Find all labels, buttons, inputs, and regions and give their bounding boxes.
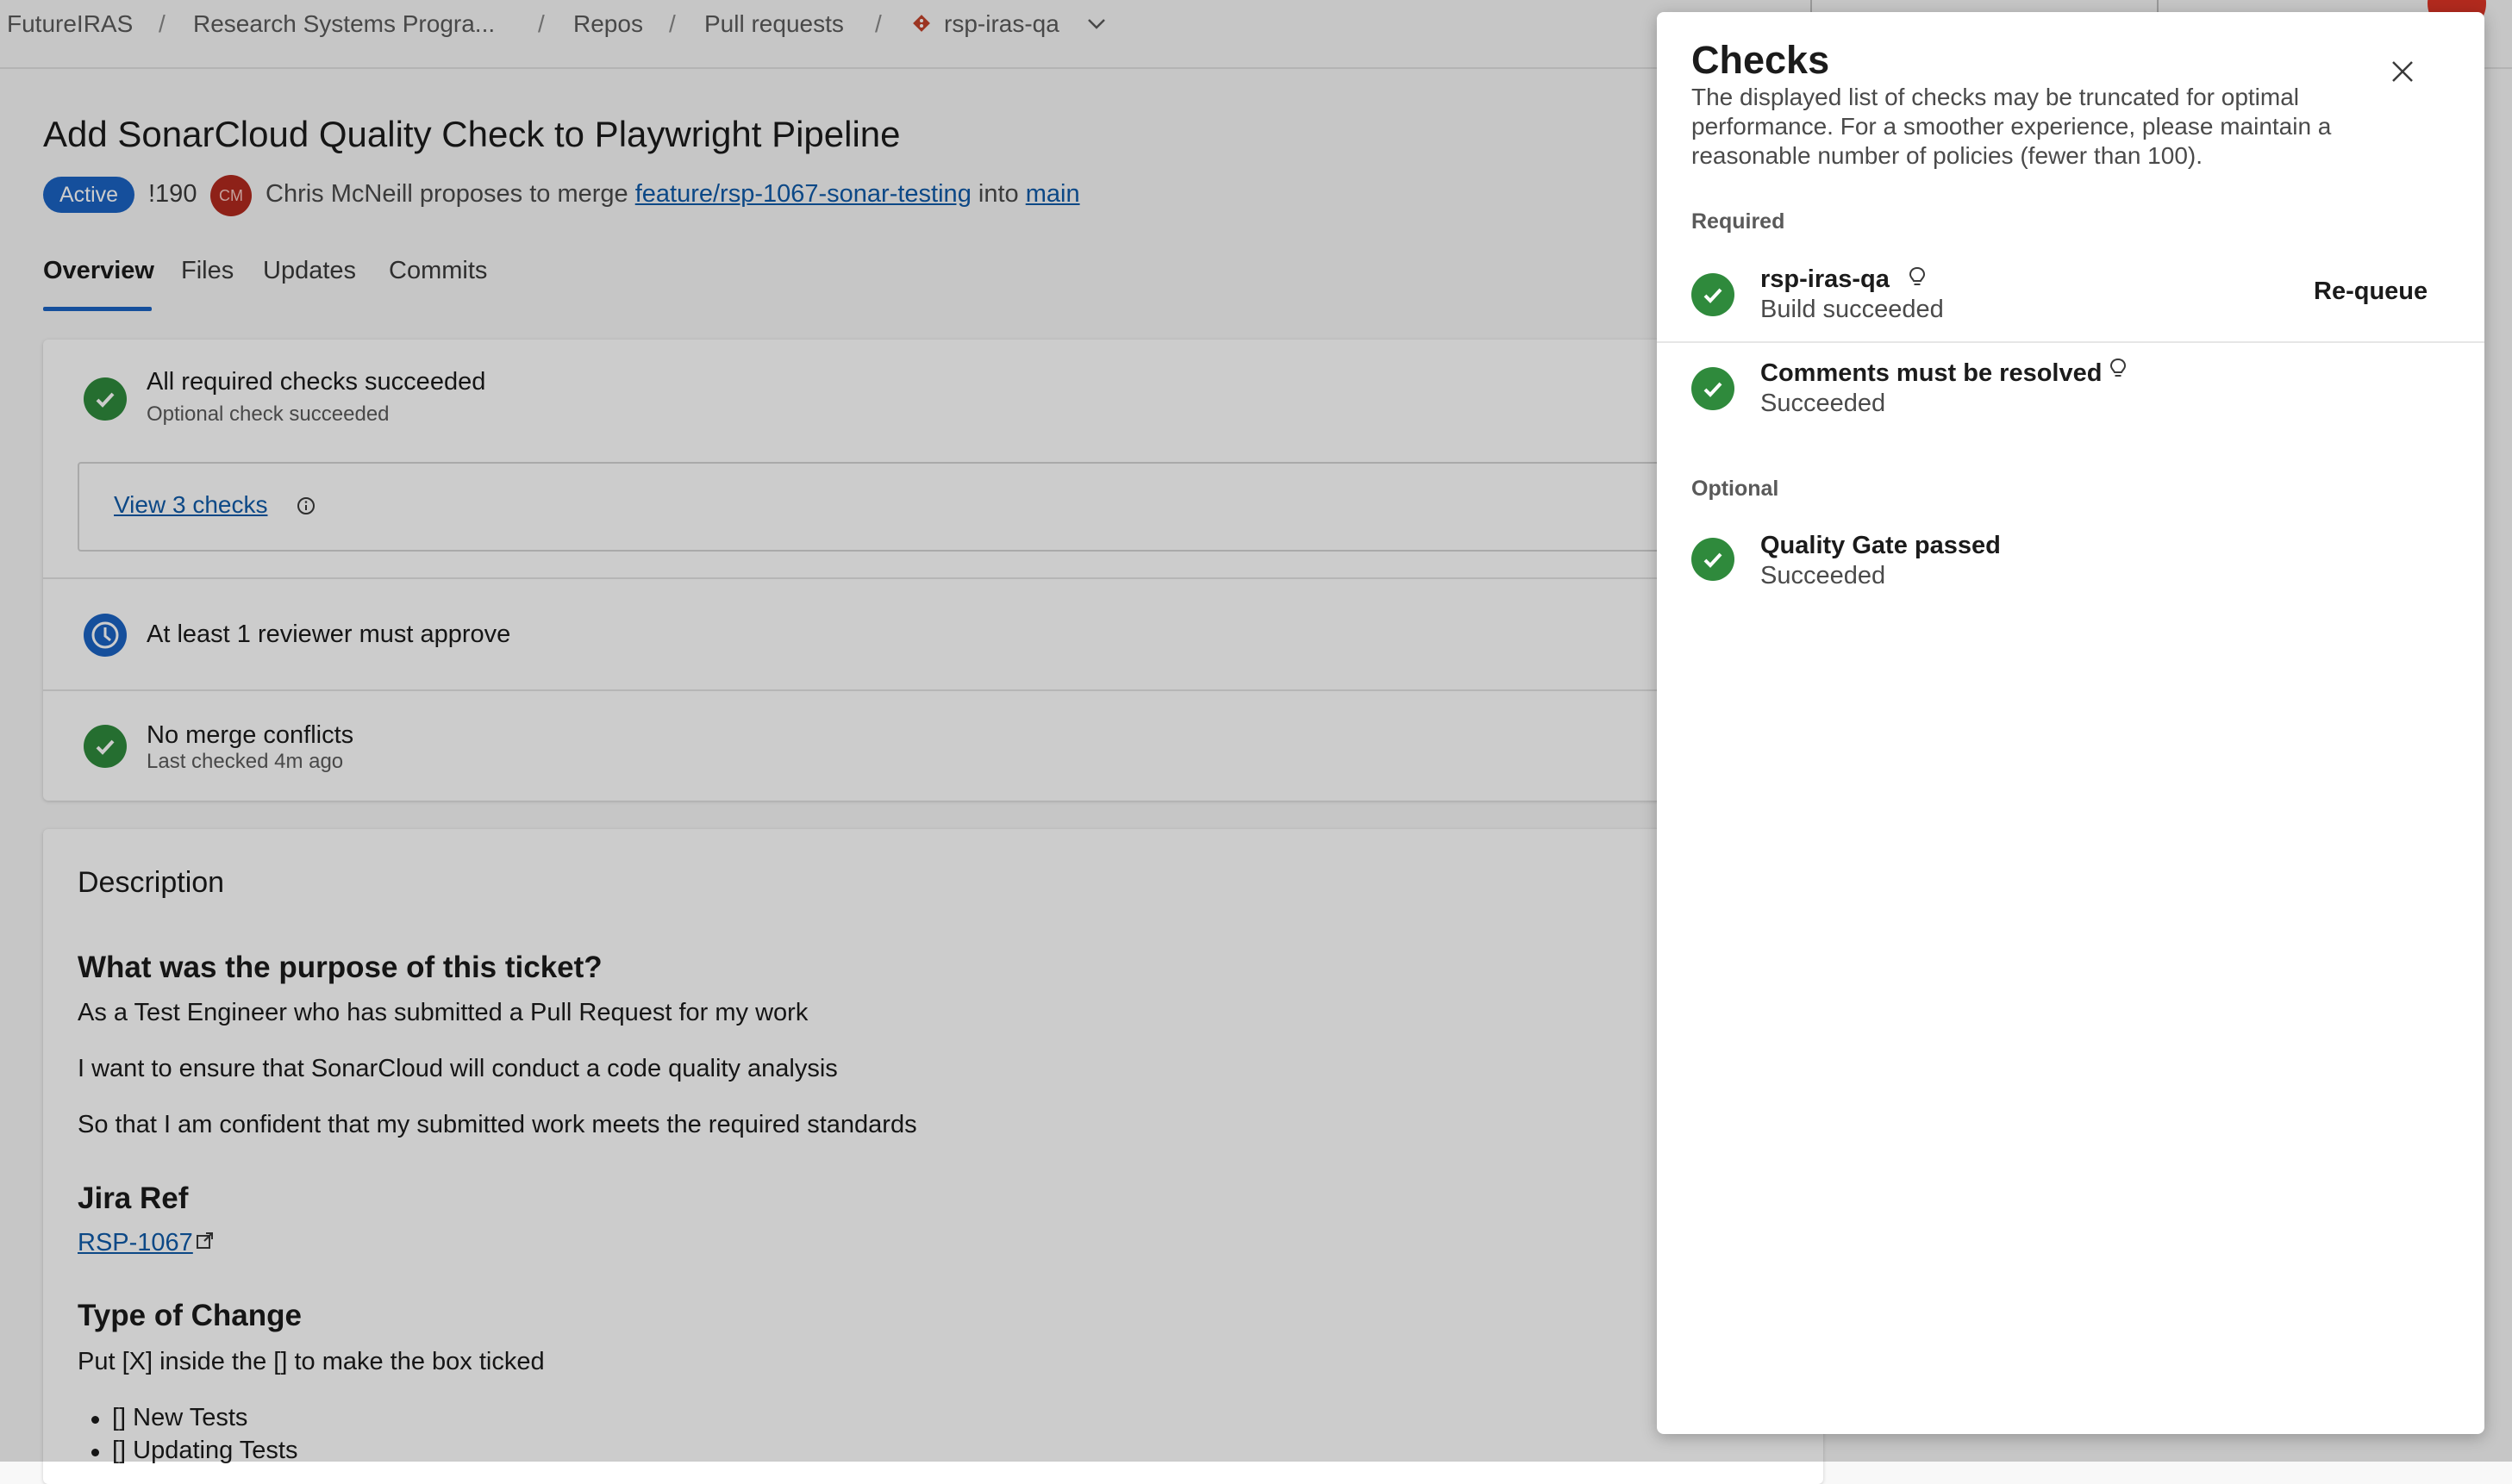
close-icon[interactable]	[2390, 59, 2415, 84]
lightbulb-icon[interactable]	[1908, 266, 1927, 289]
divider	[1657, 341, 2484, 343]
check-success-icon	[1691, 538, 1734, 581]
required-section-label: Required	[1691, 209, 1785, 234]
check-success-icon	[1691, 367, 1734, 410]
check-status: Succeeded	[1760, 562, 1886, 589]
header-fragment	[1810, 0, 2159, 12]
check-name: Comments must be resolved	[1760, 359, 2103, 387]
check-status: Succeeded	[1760, 390, 1886, 417]
optional-section-label: Optional	[1691, 477, 1779, 501]
panel-title: Checks	[1691, 38, 1830, 82]
check-name: Quality Gate passed	[1760, 532, 2001, 559]
lightbulb-icon[interactable]	[2109, 358, 2128, 380]
check-success-icon	[1691, 273, 1734, 316]
requeue-button[interactable]: Re-queue	[2314, 277, 2428, 306]
check-name: rsp-iras-qa	[1760, 265, 1890, 293]
panel-note: The displayed list of checks may be trun…	[1691, 84, 2332, 169]
check-status: Build succeeded	[1760, 296, 1944, 323]
